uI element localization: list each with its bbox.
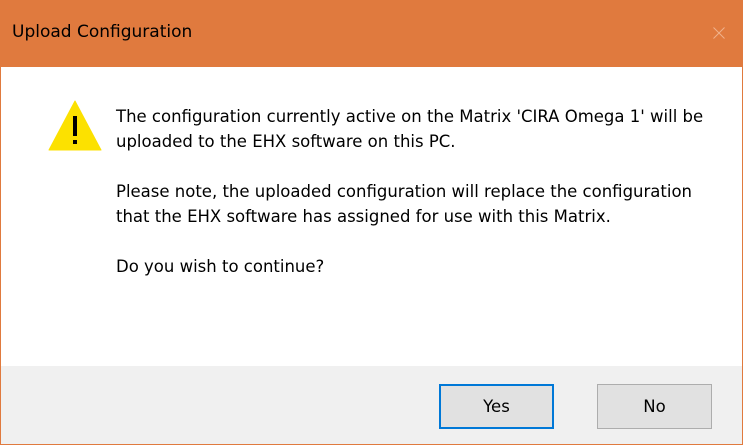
warning-icon	[47, 98, 103, 154]
message-content: The configuration currently active on th…	[116, 104, 706, 304]
button-bar: Yes No	[1, 366, 742, 444]
close-icon	[713, 27, 725, 39]
close-button[interactable]	[696, 0, 742, 67]
message-paragraph-2: Please note, the uploaded configuration …	[116, 182, 693, 226]
message-question: Do you wish to continue?	[116, 257, 325, 276]
no-button[interactable]: No	[597, 384, 712, 429]
message-paragraph-1: The configuration currently active on th…	[116, 107, 704, 151]
dialog-title: Upload Configuration	[12, 22, 193, 42]
upload-configuration-dialog: Upload Configuration The configuration c…	[0, 0, 743, 445]
title-bar[interactable]: Upload Configuration	[1, 0, 742, 67]
yes-button[interactable]: Yes	[439, 384, 554, 429]
